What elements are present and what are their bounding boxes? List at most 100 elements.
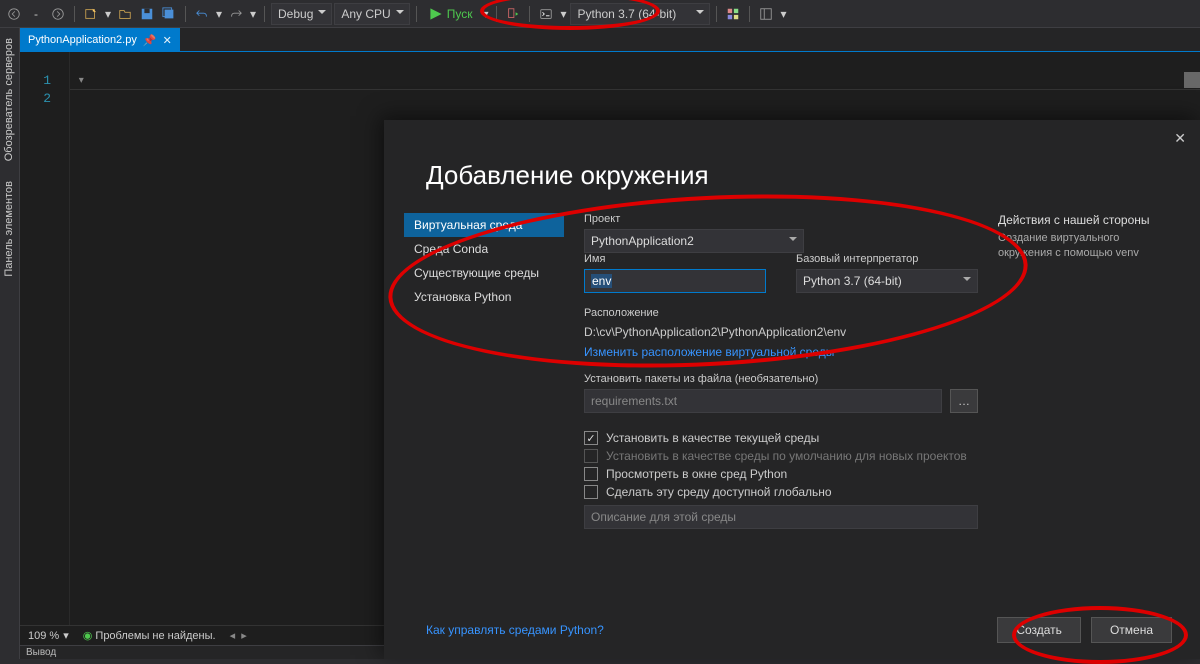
base-interpreter-label: Базовый интерпретатор: [796, 253, 978, 265]
toolbar-separator: [529, 6, 530, 22]
side-tab-well: Обозреватель серверов Панель элементов: [0, 28, 20, 659]
packages-input[interactable]: requirements.txt: [584, 389, 942, 413]
help-link[interactable]: Как управлять средами Python?: [426, 623, 604, 637]
run-dropdown[interactable]: ▾: [480, 7, 490, 21]
status-nav[interactable]: ◂ ▸: [230, 629, 247, 642]
checkbox-label: Установить в качестве текущей среды: [606, 431, 819, 445]
line-number: 1: [20, 72, 51, 90]
base-interpreter-select[interactable]: Python 3.7 (64-bit): [796, 269, 978, 293]
toolbar-separator: [74, 6, 75, 22]
checkbox-label: Сделать эту среду доступной глобально: [606, 485, 832, 499]
browse-button[interactable]: …: [950, 389, 978, 413]
dialog-footer: Как управлять средами Python? Создать От…: [384, 601, 1200, 659]
save-icon[interactable]: [137, 3, 157, 25]
toolbox-tab[interactable]: Панель элементов: [0, 171, 18, 287]
toolbar-separator: [264, 6, 265, 22]
scroll-up-button[interactable]: [1184, 72, 1200, 88]
extensions-icon[interactable]: [723, 3, 743, 25]
environment-form: Проект PythonApplication2 Имя env Базовы…: [564, 213, 978, 601]
description-input[interactable]: Описание для этой среды: [584, 505, 978, 529]
project-select[interactable]: PythonApplication2: [584, 229, 804, 253]
checkbox-view-window[interactable]: Просмотреть в окне сред Python: [584, 467, 978, 481]
run-button[interactable]: Пуск: [423, 3, 479, 25]
toolbar-separator: [416, 6, 417, 22]
status-problems[interactable]: ◉ Проблемы не найдены.: [83, 629, 216, 642]
checkbox-icon[interactable]: [584, 467, 598, 481]
interpreter-value: Python 3.7 (64-bit): [577, 7, 676, 21]
location-label: Расположение: [584, 307, 978, 319]
platform-select[interactable]: Any CPU: [334, 3, 409, 25]
redo-icon[interactable]: [226, 3, 246, 25]
checkbox-icon: [584, 449, 598, 463]
nav-separator-icon: -: [26, 3, 46, 25]
nav-install-python[interactable]: Установка Python: [404, 285, 564, 309]
platform-value: Any CPU: [341, 7, 390, 21]
new-project-icon[interactable]: [81, 3, 101, 25]
zoom-control[interactable]: 109 % ▾: [28, 629, 69, 642]
nav-virtualenv[interactable]: Виртуальная среда: [404, 213, 564, 237]
close-icon[interactable]: ✕: [163, 34, 172, 47]
save-all-icon[interactable]: [159, 3, 179, 25]
create-button[interactable]: Создать: [997, 617, 1081, 643]
attach-icon[interactable]: [503, 3, 523, 25]
environment-type-nav: Виртуальная среда Среда Conda Существующ…: [404, 213, 564, 601]
pin-icon[interactable]: 📌: [143, 34, 157, 47]
undo-dropdown[interactable]: ▾: [214, 7, 224, 21]
csharp-interactive-icon[interactable]: [536, 3, 556, 25]
checkbox-label: Просмотреть в окне сред Python: [606, 467, 787, 481]
packages-placeholder: requirements.txt: [591, 394, 677, 408]
undo-icon[interactable]: [192, 3, 212, 25]
window-layout-icon[interactable]: [756, 3, 776, 25]
checkbox-set-current[interactable]: Установить в качестве текущей среды: [584, 431, 978, 445]
tab-well-empty: [180, 28, 1200, 52]
dialog-title: Добавление окружения: [384, 120, 1200, 213]
toolbar-separator: [749, 6, 750, 22]
new-project-dropdown[interactable]: ▾: [103, 7, 113, 21]
checkbox-icon[interactable]: [584, 431, 598, 445]
side-note: Действия с нашей стороны Создание виртуа…: [978, 213, 1168, 601]
main-toolbar: - ▾ ▾ ▾ Debug Any CPU Пуск ▾ ▾ Python 3.…: [0, 0, 1200, 28]
project-label: Проект: [584, 213, 804, 225]
nav-conda[interactable]: Среда Conda: [404, 237, 564, 261]
editor-breadcrumb[interactable]: ▾: [70, 72, 1200, 90]
dialog-close-icon[interactable]: ✕: [1174, 130, 1186, 147]
status-problems-text: Проблемы не найдены.: [95, 630, 215, 642]
change-location-link[interactable]: Изменить расположение виртуальной среды: [584, 345, 978, 359]
side-note-body: Создание виртуального окружения с помощь…: [998, 231, 1168, 262]
open-icon[interactable]: [115, 3, 135, 25]
toolbar-separator: [496, 6, 497, 22]
base-interpreter-value: Python 3.7 (64-bit): [803, 274, 902, 288]
server-explorer-tab[interactable]: Обозреватель серверов: [0, 28, 18, 171]
interpreter-select[interactable]: Python 3.7 (64-bit): [570, 3, 710, 25]
checkbox-set-default: Установить в качестве среды по умолчанию…: [584, 449, 978, 463]
interactive-dropdown[interactable]: ▾: [558, 7, 568, 21]
check-icon: ◉: [83, 630, 93, 642]
nav-existing[interactable]: Существующие среды: [404, 261, 564, 285]
nav-back-icon[interactable]: [4, 3, 24, 25]
name-value: env: [591, 274, 612, 288]
side-note-title: Действия с нашей стороны: [998, 213, 1168, 227]
configuration-select[interactable]: Debug: [271, 3, 332, 25]
line-number: 2: [20, 90, 51, 108]
name-label: Имя: [584, 253, 766, 265]
packages-label: Установить пакеты из файла (необязательн…: [584, 373, 978, 385]
zoom-value: 109 %: [28, 630, 59, 642]
redo-dropdown[interactable]: ▾: [248, 7, 258, 21]
checkbox-label: Установить в качестве среды по умолчанию…: [606, 449, 967, 463]
location-value: D:\cv\PythonApplication2\PythonApplicati…: [584, 325, 978, 339]
checkbox-make-global[interactable]: Сделать эту среду доступной глобально: [584, 485, 978, 499]
add-environment-dialog: ✕ Добавление окружения Виртуальная среда…: [384, 120, 1200, 659]
project-value: PythonApplication2: [591, 234, 694, 248]
cancel-button[interactable]: Отмена: [1091, 617, 1172, 643]
name-input[interactable]: env: [584, 269, 766, 293]
toolbar-separator: [185, 6, 186, 22]
document-tab-active[interactable]: PythonApplication2.py 📌 ✕: [20, 28, 180, 52]
nav-forward-icon[interactable]: [48, 3, 68, 25]
toolbar-separator: [716, 6, 717, 22]
description-placeholder: Описание для этой среды: [591, 510, 736, 524]
layout-customize-icon[interactable]: ▾: [778, 7, 788, 21]
document-tab-filename: PythonApplication2.py: [28, 34, 137, 46]
configuration-value: Debug: [278, 7, 313, 21]
line-number-gutter: 1 2: [20, 52, 70, 635]
checkbox-icon[interactable]: [584, 485, 598, 499]
